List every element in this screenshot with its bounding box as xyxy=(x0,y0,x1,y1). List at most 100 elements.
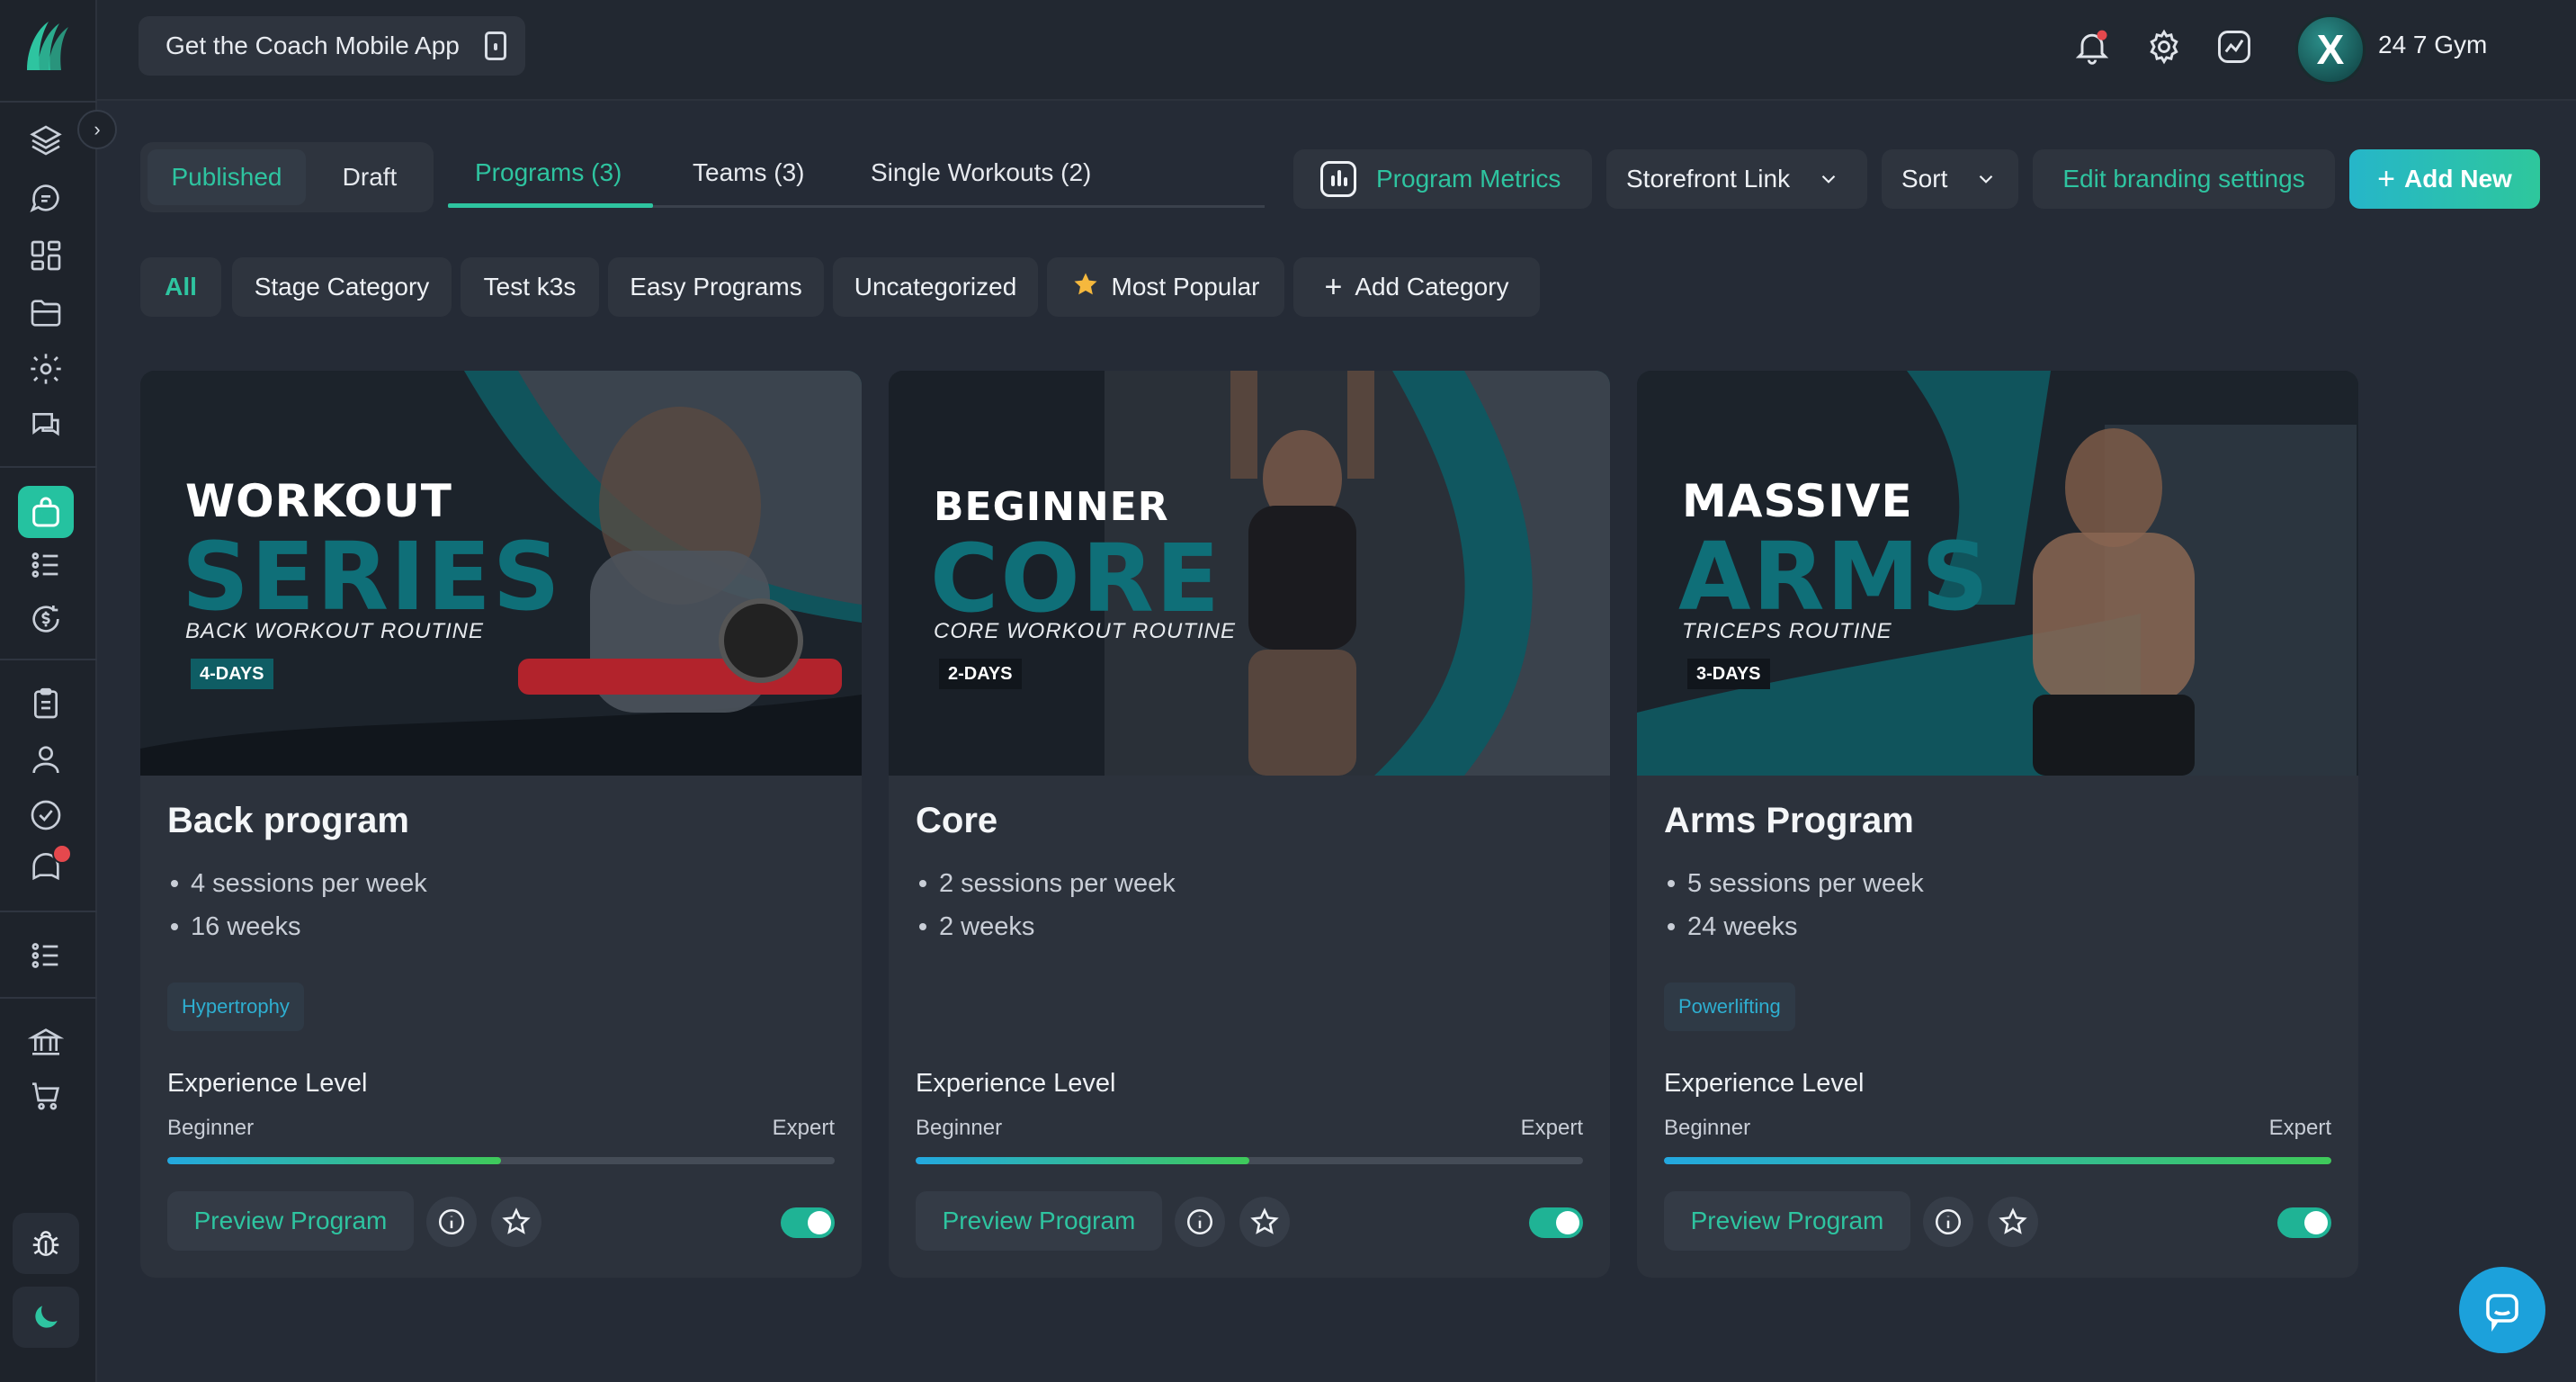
user-icon[interactable] xyxy=(22,736,69,783)
bank-icon[interactable] xyxy=(22,1019,69,1065)
layers-icon[interactable] xyxy=(22,117,69,164)
program-metrics-label: Program Metrics xyxy=(1376,165,1561,193)
program-cover-image: MASSIVE ARMS TRICEPS ROUTINE 3-DAYS xyxy=(1637,371,2358,776)
phone-icon xyxy=(484,31,506,60)
add-category-button[interactable]: + Add Category xyxy=(1293,257,1540,317)
experience-label: Experience Level xyxy=(167,1069,368,1098)
moon-icon xyxy=(35,1306,58,1328)
list-alt-icon[interactable] xyxy=(22,932,69,979)
dollar-refresh-icon[interactable] xyxy=(22,596,69,642)
tab-programs[interactable]: Programs (3) xyxy=(475,158,622,187)
chip-label: Most Popular xyxy=(1111,273,1260,301)
program-card[interactable]: BEGINNER CORE CORE WORKOUT ROUTINE 2-DAY… xyxy=(889,371,1610,1278)
clipboard-icon[interactable] xyxy=(22,680,69,727)
sidebar-divider xyxy=(0,997,97,999)
publish-toggle[interactable] xyxy=(2277,1207,2331,1238)
publish-toggle[interactable] xyxy=(781,1207,835,1238)
plus-icon: + xyxy=(1324,269,1343,304)
program-metrics-button[interactable]: Program Metrics xyxy=(1293,149,1592,209)
category-chip-all[interactable]: All xyxy=(140,257,221,317)
bug-report-button[interactable] xyxy=(13,1213,79,1274)
tab-teams[interactable]: Teams (3) xyxy=(693,158,804,187)
analytics-icon[interactable] xyxy=(2214,27,2254,67)
category-chip-uncategorized[interactable]: Uncategorized xyxy=(833,257,1038,317)
detail-item: 4 sessions per week xyxy=(171,862,427,905)
leaf-logo-icon[interactable] xyxy=(18,16,72,74)
theme-toggle-button[interactable] xyxy=(13,1287,79,1348)
experience-label: Experience Level xyxy=(1664,1069,1865,1098)
program-title: Core xyxy=(916,801,998,840)
cover-days-badge: 3-DAYS xyxy=(1687,659,1770,689)
tab-single-workouts[interactable]: Single Workouts (2) xyxy=(871,158,1091,187)
category-chip-stage[interactable]: Stage Category xyxy=(232,257,452,317)
tab-active-indicator xyxy=(448,203,653,208)
coach-app-label: Get the Coach Mobile App xyxy=(165,31,460,59)
support-chat-button[interactable] xyxy=(2459,1267,2545,1353)
star-outline-icon[interactable] xyxy=(491,1197,541,1247)
experience-fill xyxy=(167,1157,501,1164)
sort-dropdown[interactable]: Sort xyxy=(1882,149,2018,209)
add-new-button[interactable]: + Add New xyxy=(2349,149,2540,209)
topbar: Get the Coach Mobile App X 24 7 Gym xyxy=(97,0,2576,101)
program-card[interactable]: MASSIVE ARMS TRICEPS ROUTINE 3-DAYS Arms… xyxy=(1637,371,2358,1278)
coach-app-button[interactable]: Get the Coach Mobile App xyxy=(139,16,525,76)
preview-program-button[interactable]: Preview Program xyxy=(1664,1191,1910,1251)
detail-item: 2 sessions per week xyxy=(919,862,1176,905)
preview-program-button[interactable]: Preview Program xyxy=(167,1191,414,1251)
star-outline-icon[interactable] xyxy=(1239,1197,1290,1247)
published-button[interactable]: Published xyxy=(148,149,306,205)
experience-max: Expert xyxy=(2268,1116,2331,1140)
list-icon[interactable] xyxy=(22,542,69,588)
experience-min: Beginner xyxy=(1664,1116,1751,1140)
detail-item: 24 weeks xyxy=(1668,905,1924,948)
storefront-link-dropdown[interactable]: Storefront Link xyxy=(1606,149,1867,209)
publish-toggle[interactable] xyxy=(1529,1207,1583,1238)
category-chip-popular[interactable]: Most Popular xyxy=(1047,257,1284,317)
sidebar-divider xyxy=(0,466,97,468)
experience-min: Beginner xyxy=(167,1116,255,1140)
gear-icon[interactable] xyxy=(22,346,69,392)
shop-bag-icon[interactable] xyxy=(18,486,74,538)
add-new-label: Add New xyxy=(2404,165,2512,193)
avatar[interactable]: X xyxy=(2295,14,2366,85)
gear-icon[interactable] xyxy=(2144,27,2184,67)
category-chip-easy[interactable]: Easy Programs xyxy=(608,257,824,317)
avatar-letter: X xyxy=(2316,26,2345,73)
preview-program-button[interactable]: Preview Program xyxy=(916,1191,1162,1251)
chat-icon[interactable] xyxy=(22,175,69,221)
sidebar-divider xyxy=(0,659,97,660)
grid-icon[interactable] xyxy=(22,232,69,279)
chip-label: Add Category xyxy=(1355,273,1509,301)
cart-icon[interactable] xyxy=(22,1072,69,1119)
chip-label: Stage Category xyxy=(254,273,430,301)
chevron-right-icon: › xyxy=(94,118,101,140)
cover-days-badge: 2-DAYS xyxy=(939,659,1022,689)
category-chip-test[interactable]: Test k3s xyxy=(461,257,599,317)
info-icon[interactable] xyxy=(426,1197,477,1247)
info-icon[interactable] xyxy=(1175,1197,1225,1247)
check-circle-icon[interactable] xyxy=(22,792,69,839)
sidebar-divider xyxy=(0,911,97,912)
detail-item: 2 weeks xyxy=(919,905,1176,948)
chevron-down-icon xyxy=(1974,167,1998,191)
comments-icon[interactable] xyxy=(22,401,69,448)
star-icon xyxy=(1072,271,1099,304)
sidebar-collapse-button[interactable]: › xyxy=(77,110,117,149)
chat-icon xyxy=(2486,1294,2518,1332)
program-cover-image: BEGINNER CORE CORE WORKOUT ROUTINE 2-DAY… xyxy=(889,371,1610,776)
cover-subtitle: BACK WORKOUT ROUTINE xyxy=(185,619,485,643)
experience-bar xyxy=(916,1157,1583,1164)
bell-icon[interactable] xyxy=(2072,27,2112,67)
star-outline-icon[interactable] xyxy=(1988,1197,2038,1247)
program-details: 4 sessions per week 16 weeks xyxy=(171,862,427,948)
gym-name[interactable]: 24 7 Gym xyxy=(2378,31,2487,59)
experience-fill xyxy=(916,1157,1249,1164)
draft-button[interactable]: Draft xyxy=(311,149,428,205)
program-title: Arms Program xyxy=(1664,801,1914,840)
program-card[interactable]: WORKOUT SERIES BACK WORKOUT ROUTINE 4-DA… xyxy=(140,371,862,1278)
folder-icon[interactable] xyxy=(22,290,69,337)
edit-branding-button[interactable]: Edit branding settings xyxy=(2033,149,2335,209)
detail-item: 16 weeks xyxy=(171,905,427,948)
info-icon[interactable] xyxy=(1923,1197,1973,1247)
cover-subtitle: TRICEPS ROUTINE xyxy=(1682,619,1892,643)
